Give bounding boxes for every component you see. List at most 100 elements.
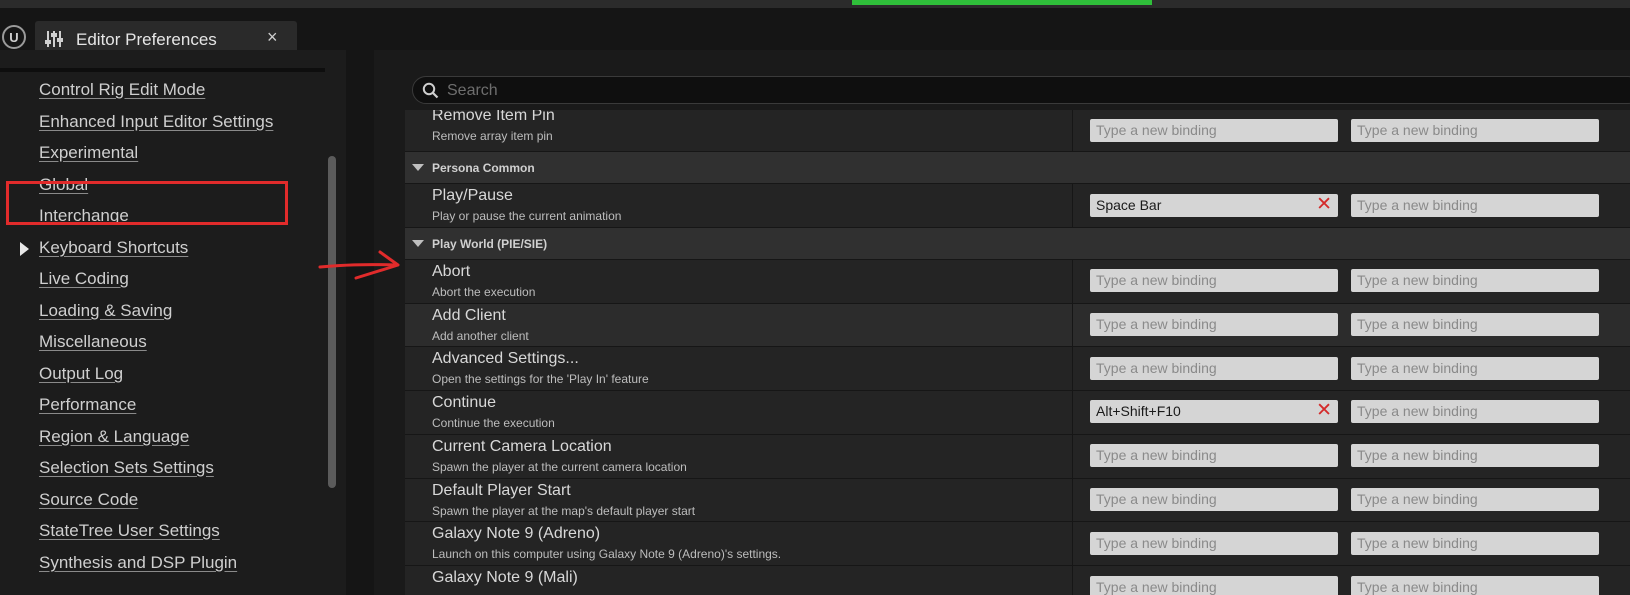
sidebar-item-source-code[interactable]: Source Code: [39, 490, 138, 510]
sidebar-item-region-language[interactable]: Region & Language: [39, 427, 189, 447]
shortcut-name: Current Camera Location: [432, 438, 612, 455]
binding-field-secondary[interactable]: [1351, 532, 1599, 555]
binding-field-secondary[interactable]: [1351, 488, 1599, 511]
category-title: Persona Common: [432, 161, 535, 175]
shortcut-row-continue: Continue Continue the execution ✕: [405, 391, 1630, 435]
binding-input[interactable]: [1096, 121, 1306, 139]
binding-field-primary[interactable]: ✕: [1090, 194, 1338, 217]
binding-input[interactable]: [1096, 402, 1306, 420]
binding-input[interactable]: [1357, 490, 1567, 508]
shortcut-name: Remove Item Pin: [432, 110, 555, 124]
binding-field-primary[interactable]: [1090, 576, 1338, 595]
category-title: Play World (PIE/SIE): [432, 237, 548, 251]
search-input[interactable]: [445, 79, 1629, 103]
binding-field-primary[interactable]: [1090, 444, 1338, 467]
binding-field-secondary[interactable]: [1351, 119, 1599, 142]
binding-input[interactable]: [1357, 446, 1567, 464]
binding-input[interactable]: [1357, 402, 1567, 420]
binding-input[interactable]: [1357, 534, 1567, 552]
binding-field-secondary[interactable]: [1351, 400, 1599, 423]
binding-input[interactable]: [1357, 196, 1567, 214]
search-bar[interactable]: [412, 76, 1630, 104]
sidebar-item-output-log[interactable]: Output Log: [39, 364, 123, 384]
sidebar-item-experimental[interactable]: Experimental: [39, 143, 138, 163]
shortcut-name: Add Client: [432, 307, 506, 324]
binding-field-secondary[interactable]: [1351, 444, 1599, 467]
annotation-arrow-icon: [318, 250, 400, 280]
settings-sliders-icon: [45, 31, 63, 47]
clear-binding-icon[interactable]: ✕: [1316, 195, 1332, 215]
annotation-highlight-box: [6, 181, 288, 225]
binding-field-primary[interactable]: [1090, 313, 1338, 336]
column-divider: [1072, 522, 1073, 565]
binding-field-secondary[interactable]: [1351, 576, 1599, 595]
sidebar-item-miscellaneous[interactable]: Miscellaneous: [39, 332, 147, 352]
shortcut-row-current-camera-location: Current Camera Location Spawn the player…: [405, 435, 1630, 479]
binding-field-primary[interactable]: [1090, 269, 1338, 292]
shortcut-description: Launch on this computer using Galaxy Not…: [432, 547, 782, 561]
category-header-play-world[interactable]: Play World (PIE/SIE): [405, 228, 1630, 260]
search-icon: [422, 82, 439, 99]
binding-input[interactable]: [1096, 534, 1306, 552]
clear-binding-icon[interactable]: ✕: [1316, 401, 1332, 421]
binding-input[interactable]: [1357, 359, 1567, 377]
sidebar-scrollbar[interactable]: [328, 156, 336, 488]
top-strip: [0, 0, 1630, 8]
column-divider: [1072, 347, 1073, 390]
binding-input[interactable]: [1096, 578, 1306, 595]
shortcut-description: Play or pause the current animation: [432, 209, 622, 223]
progress-indicator: [852, 0, 1152, 5]
binding-field-secondary[interactable]: [1351, 313, 1599, 336]
sidebar-item-statetree-user-settings[interactable]: StateTree User Settings: [39, 521, 220, 541]
binding-field-primary[interactable]: [1090, 119, 1338, 142]
binding-field-secondary[interactable]: [1351, 269, 1599, 292]
shortcut-row-galaxy-note-9-mali: Galaxy Note 9 (Mali): [405, 566, 1630, 595]
column-divider: [1072, 184, 1073, 227]
shortcut-name: Abort: [432, 263, 471, 280]
sidebar-item-enhanced-input-editor-settings[interactable]: Enhanced Input Editor Settings: [39, 112, 273, 132]
shortcut-list: Remove Item Pin Remove array item pin Pe…: [405, 110, 1630, 595]
binding-field-secondary[interactable]: [1351, 194, 1599, 217]
sidebar-item-keyboard-shortcuts[interactable]: Keyboard Shortcuts: [39, 238, 188, 258]
binding-input[interactable]: [1096, 271, 1306, 289]
shortcut-description: Abort the execution: [432, 285, 536, 299]
sidebar-item-performance[interactable]: Performance: [39, 395, 136, 415]
binding-field-secondary[interactable]: [1351, 357, 1599, 380]
binding-field-primary[interactable]: [1090, 357, 1338, 380]
binding-field-primary[interactable]: [1090, 488, 1338, 511]
shortcut-row-abort: Abort Abort the execution: [405, 260, 1630, 304]
close-tab-icon[interactable]: ×: [267, 27, 278, 48]
binding-field-primary[interactable]: [1090, 532, 1338, 555]
binding-input[interactable]: [1096, 315, 1306, 333]
sidebar-item-synthesis-dsp-plugin[interactable]: Synthesis and DSP Plugin: [39, 553, 237, 573]
shortcut-row-remove-item-pin: Remove Item Pin Remove array item pin: [405, 110, 1630, 152]
binding-input[interactable]: [1096, 446, 1306, 464]
binding-input[interactable]: [1096, 490, 1306, 508]
title-bar: U Editor Preferences ×: [0, 8, 1630, 57]
shortcut-name: Galaxy Note 9 (Adreno): [432, 525, 601, 542]
binding-input[interactable]: [1357, 271, 1567, 289]
sidebar-item-selection-sets-settings[interactable]: Selection Sets Settings: [39, 458, 214, 478]
binding-input[interactable]: [1357, 315, 1567, 333]
sidebar-item-control-rig-edit-mode[interactable]: Control Rig Edit Mode: [39, 80, 205, 100]
binding-input[interactable]: [1096, 359, 1306, 377]
tab-title: Editor Preferences: [76, 30, 217, 49]
column-divider: [1072, 260, 1073, 303]
category-header-persona-common[interactable]: Persona Common: [405, 152, 1630, 184]
unreal-logo-icon[interactable]: U: [2, 25, 26, 49]
sidebar-item-loading-saving[interactable]: Loading & Saving: [39, 301, 172, 321]
shortcut-row-add-client: Add Client Add another client: [405, 304, 1630, 347]
shortcut-name: Default Player Start: [432, 482, 571, 499]
binding-input[interactable]: [1357, 121, 1567, 139]
shortcut-row-play-pause: Play/Pause Play or pause the current ani…: [405, 184, 1630, 228]
shortcut-name: Continue: [432, 394, 497, 411]
collapse-arrow-icon[interactable]: [412, 240, 424, 247]
column-divider: [1072, 304, 1073, 346]
collapse-arrow-icon[interactable]: [412, 164, 424, 171]
binding-field-primary[interactable]: ✕: [1090, 400, 1338, 423]
shortcut-row-galaxy-note-9-adreno: Galaxy Note 9 (Adreno) Launch on this co…: [405, 522, 1630, 566]
sidebar-item-live-coding[interactable]: Live Coding: [39, 269, 129, 289]
binding-input[interactable]: [1096, 196, 1306, 214]
settings-sidebar: Control Rig Edit Mode Enhanced Input Edi…: [0, 50, 346, 595]
binding-input[interactable]: [1357, 578, 1567, 595]
